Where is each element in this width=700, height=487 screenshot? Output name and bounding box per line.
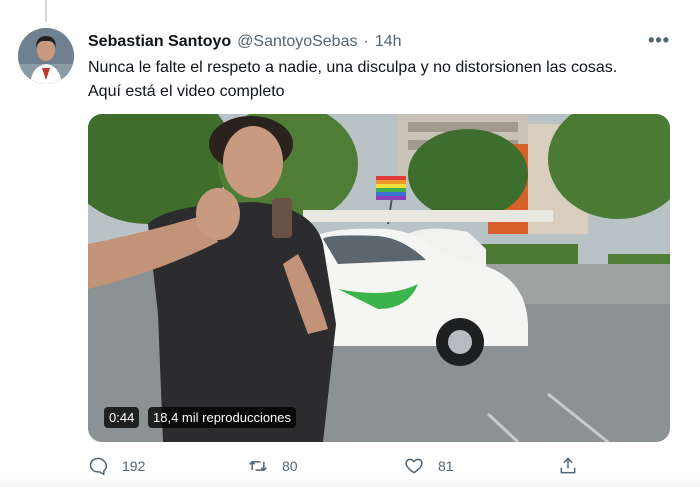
profile-photo-icon: [18, 28, 74, 84]
display-name[interactable]: Sebastian Santoyo: [88, 33, 231, 51]
share-button[interactable]: [558, 456, 578, 476]
share-icon: [560, 457, 576, 474]
comment-icon: [89, 457, 108, 476]
like-count: 81: [438, 458, 454, 474]
tweet-header: Sebastian Santoyo @SantoyoSebas · 14h: [88, 30, 672, 54]
avatar[interactable]: [18, 28, 74, 84]
bottom-fade: [0, 477, 700, 487]
reply-count: 192: [122, 458, 146, 474]
user-handle[interactable]: @SantoyoSebas: [237, 33, 357, 51]
video-duration-badge: 0:44: [104, 407, 140, 428]
more-options-icon[interactable]: •••: [648, 30, 670, 51]
like-button[interactable]: 81: [404, 456, 454, 476]
retweet-button[interactable]: 80: [248, 456, 298, 476]
video-player[interactable]: 0:44 18,4 mil reproducciones: [88, 114, 670, 442]
tweet-timestamp[interactable]: 14h: [375, 33, 402, 51]
tweet-text: Nunca le falte el respeto a nadie, una d…: [88, 59, 618, 100]
video-thumbnail: [88, 114, 670, 442]
retweet-count: 80: [282, 458, 298, 474]
thread-connector-line: [45, 0, 47, 22]
reply-button[interactable]: 192: [88, 456, 145, 476]
heart-icon: [405, 458, 423, 474]
separator-dot: ·: [363, 33, 369, 50]
retweet-icon: [249, 460, 267, 472]
video-views-badge: 18,4 mil reproducciones: [148, 407, 297, 428]
